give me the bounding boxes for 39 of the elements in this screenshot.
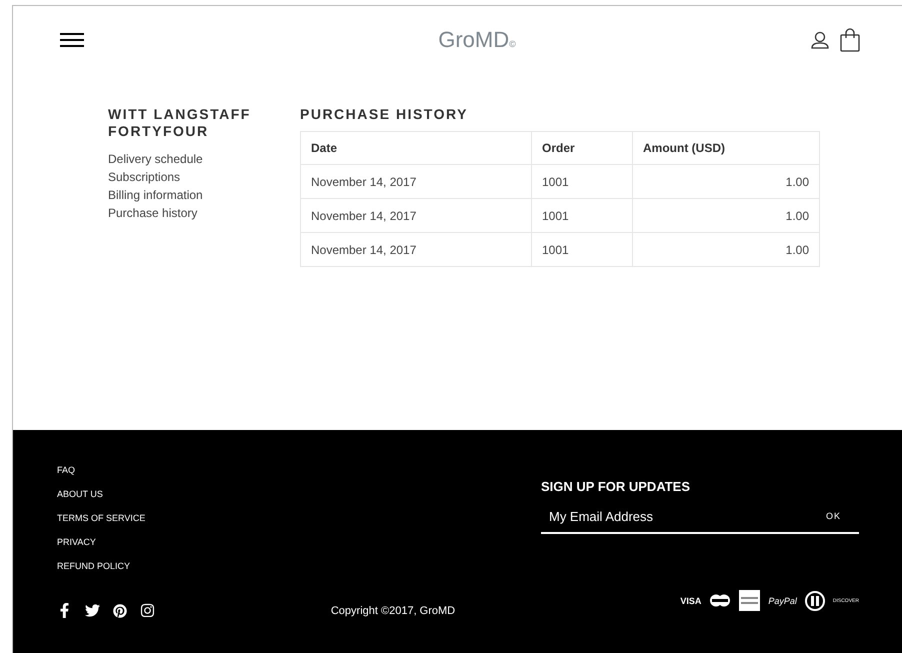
account-name: WITT LANGSTAFF FORTYFOUR xyxy=(108,106,252,140)
signup-title: SIGN UP FOR UPDATES xyxy=(540,479,692,494)
column-header: Amount (USD) xyxy=(632,132,820,164)
footer-link[interactable]: PRIVACY xyxy=(57,537,155,547)
table-cell: 1001 xyxy=(532,232,632,266)
instagram-icon[interactable] xyxy=(140,603,155,618)
table-cell: November 14, 2017 xyxy=(300,198,532,232)
card-icon xyxy=(739,590,760,611)
column-header: Date xyxy=(300,132,532,164)
logo[interactable]: GroMD© xyxy=(438,27,516,53)
payment-logo: PayPal xyxy=(768,596,797,606)
card-icon xyxy=(709,594,732,607)
sidebar-link[interactable]: Billing information xyxy=(108,186,203,204)
sidebar-link[interactable]: Purchase history xyxy=(108,204,198,222)
copyright-text: Copyright ©2017, GroMD xyxy=(330,605,456,617)
column-header: Order xyxy=(532,132,632,164)
table-cell: 1.00 xyxy=(632,232,820,266)
table-cell: 1001 xyxy=(532,164,632,198)
payment-logo: VISA xyxy=(680,596,702,606)
table-cell: November 14, 2017 xyxy=(300,232,532,266)
footer-link[interactable]: TERMS OF SERVICE xyxy=(57,513,155,523)
menu-icon[interactable] xyxy=(60,32,84,48)
twitter-icon[interactable] xyxy=(85,603,100,618)
ok-button[interactable]: OK xyxy=(814,511,853,521)
page-title: PURCHASE HISTORY xyxy=(300,106,469,123)
pinterest-icon[interactable] xyxy=(113,604,127,618)
footer-link[interactable]: ABOUT US xyxy=(57,489,155,499)
sidebar-link[interactable]: Subscriptions xyxy=(108,168,180,186)
card-icon xyxy=(804,590,825,610)
table-cell: November 14, 2017 xyxy=(300,164,532,198)
shopping-bag-icon[interactable] xyxy=(840,28,860,52)
table-cell: 1.00 xyxy=(632,198,820,232)
table-cell: 1001 xyxy=(532,198,632,232)
sidebar-link[interactable]: Delivery schedule xyxy=(108,150,203,168)
email-field[interactable]: My Email Address OK xyxy=(540,500,859,534)
footer-link[interactable]: FAQ xyxy=(57,465,155,475)
table-cell: 1.00 xyxy=(632,164,820,198)
footer-link[interactable]: REFUND POLICY xyxy=(57,561,155,571)
user-icon[interactable] xyxy=(810,30,830,50)
